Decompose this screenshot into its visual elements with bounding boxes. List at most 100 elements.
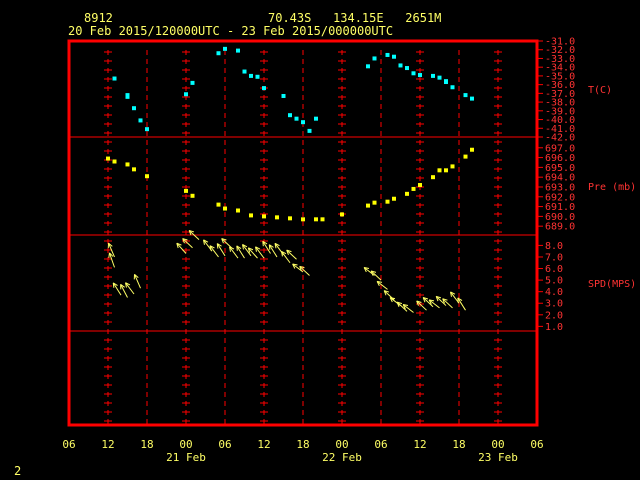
- temperature-point: [281, 93, 286, 98]
- y-tick-label: 689.0: [545, 222, 575, 233]
- x-day-label: 21 Feb: [166, 451, 206, 464]
- temperature-point: [262, 86, 266, 91]
- pressure-point: [405, 191, 409, 196]
- panel-label: Pre (mb): [588, 182, 636, 193]
- temperature-point: [190, 80, 195, 85]
- x-day-label: 22 Feb: [322, 451, 362, 464]
- pressure-point: [450, 164, 455, 169]
- x-day-label: 23 Feb: [478, 451, 518, 464]
- x-tick-label: 00: [179, 438, 192, 451]
- pressure-point: [125, 162, 130, 167]
- pressure-point: [431, 175, 435, 180]
- pressure-point: [463, 154, 468, 159]
- pressure-point: [320, 217, 325, 222]
- panel-label: SPD(MPS): [588, 279, 636, 290]
- wind-arrow: [402, 304, 414, 313]
- y-tick-label: 8.0: [545, 241, 563, 252]
- wind-arrow: [255, 246, 265, 259]
- x-tick-label: 06: [530, 438, 543, 451]
- pressure-point: [340, 212, 344, 217]
- x-tick-label: 06: [62, 438, 75, 451]
- pressure-point: [392, 196, 396, 201]
- wind-arrow: [370, 270, 382, 281]
- pressure-point: [385, 199, 390, 204]
- pressure-point: [132, 167, 136, 172]
- x-tick-label: 00: [335, 438, 348, 451]
- temperature-point: [405, 66, 409, 71]
- y-tick-label: 7.0: [545, 252, 563, 263]
- pressure-point: [216, 202, 221, 207]
- wind-arrow: [133, 273, 141, 289]
- temperature-point: [216, 51, 221, 56]
- pressure-point: [190, 193, 195, 198]
- temperature-point: [301, 120, 305, 125]
- temperature-point: [288, 113, 292, 118]
- wind-arrow: [286, 249, 297, 260]
- pressure-point: [112, 159, 117, 164]
- temperature-point: [184, 92, 188, 97]
- wind-arrow: [176, 242, 187, 254]
- temperature-point: [431, 73, 435, 78]
- meteogram-chart: 06 12 18 00 06 12 18 00 06 12 18 00 06 21 Feb 22 Feb 23…: [62, 37, 636, 465]
- temperature-point: [366, 64, 370, 69]
- temperature-point: [255, 74, 260, 79]
- pressure-point: [145, 174, 149, 179]
- wind-arrow: [299, 265, 310, 276]
- wind-arrow: [416, 300, 427, 311]
- pressure-point: [288, 216, 292, 221]
- x-tick-label: 18: [296, 438, 309, 451]
- temperature-point: [411, 71, 416, 76]
- wind-arrow: [442, 298, 453, 309]
- temperature-point: [437, 75, 442, 80]
- y-tick-label: 4.0: [545, 287, 563, 298]
- pressure-point: [418, 183, 422, 188]
- temperature-point: [242, 69, 247, 74]
- wind-arrow: [428, 299, 440, 309]
- temperature-point: [470, 96, 474, 101]
- pressure-point: [301, 217, 305, 222]
- temperature-point: [418, 73, 422, 78]
- wind-arrow: [125, 282, 135, 295]
- temperature-point: [372, 56, 377, 61]
- pressure-point: [314, 217, 318, 222]
- x-tick-label: 18: [140, 438, 153, 451]
- temperature-point: [385, 52, 390, 57]
- panel-label: T(C): [588, 85, 612, 96]
- temperature-point: [112, 76, 117, 81]
- x-tick-label: 06: [374, 438, 387, 451]
- pressure-point: [411, 186, 416, 191]
- pressure-point: [236, 208, 240, 213]
- temperature-point: [223, 46, 227, 51]
- wind-arrow: [112, 282, 122, 296]
- x-tick-label: 12: [413, 438, 426, 451]
- pressure-point: [106, 156, 110, 161]
- temperature-point: [463, 93, 468, 98]
- temperature-point: [145, 127, 149, 132]
- pressure-point: [223, 206, 227, 211]
- y-tick-label: 5.0: [545, 276, 563, 287]
- pressure-point: [275, 215, 279, 220]
- y-tick-label: 6.0: [545, 264, 563, 275]
- y-tick-label: -42.0: [545, 133, 575, 144]
- wind-arrow: [281, 251, 291, 264]
- temperature-point: [307, 128, 312, 133]
- pressure-point: [184, 188, 188, 193]
- temperature-point: [392, 54, 396, 59]
- pressure-point: [444, 168, 448, 173]
- pressure-point: [366, 203, 370, 208]
- x-tick-label: 18: [452, 438, 465, 451]
- wind-arrow: [376, 280, 388, 290]
- pressure-point: [249, 213, 253, 218]
- pressure-point: [437, 168, 442, 173]
- x-tick-label: 12: [257, 438, 270, 451]
- x-tick-label: 06: [218, 438, 231, 451]
- wind-arrow: [182, 238, 193, 249]
- pressure-point: [262, 214, 266, 219]
- temperature-point: [398, 63, 403, 68]
- temperature-point: [236, 48, 240, 53]
- x-tick-label: 12: [101, 438, 114, 451]
- temperature-point: [249, 73, 253, 78]
- y-tick-label: 1.0: [545, 322, 563, 333]
- pressure-point: [372, 200, 377, 205]
- y-tick-label: 2.0: [545, 310, 563, 321]
